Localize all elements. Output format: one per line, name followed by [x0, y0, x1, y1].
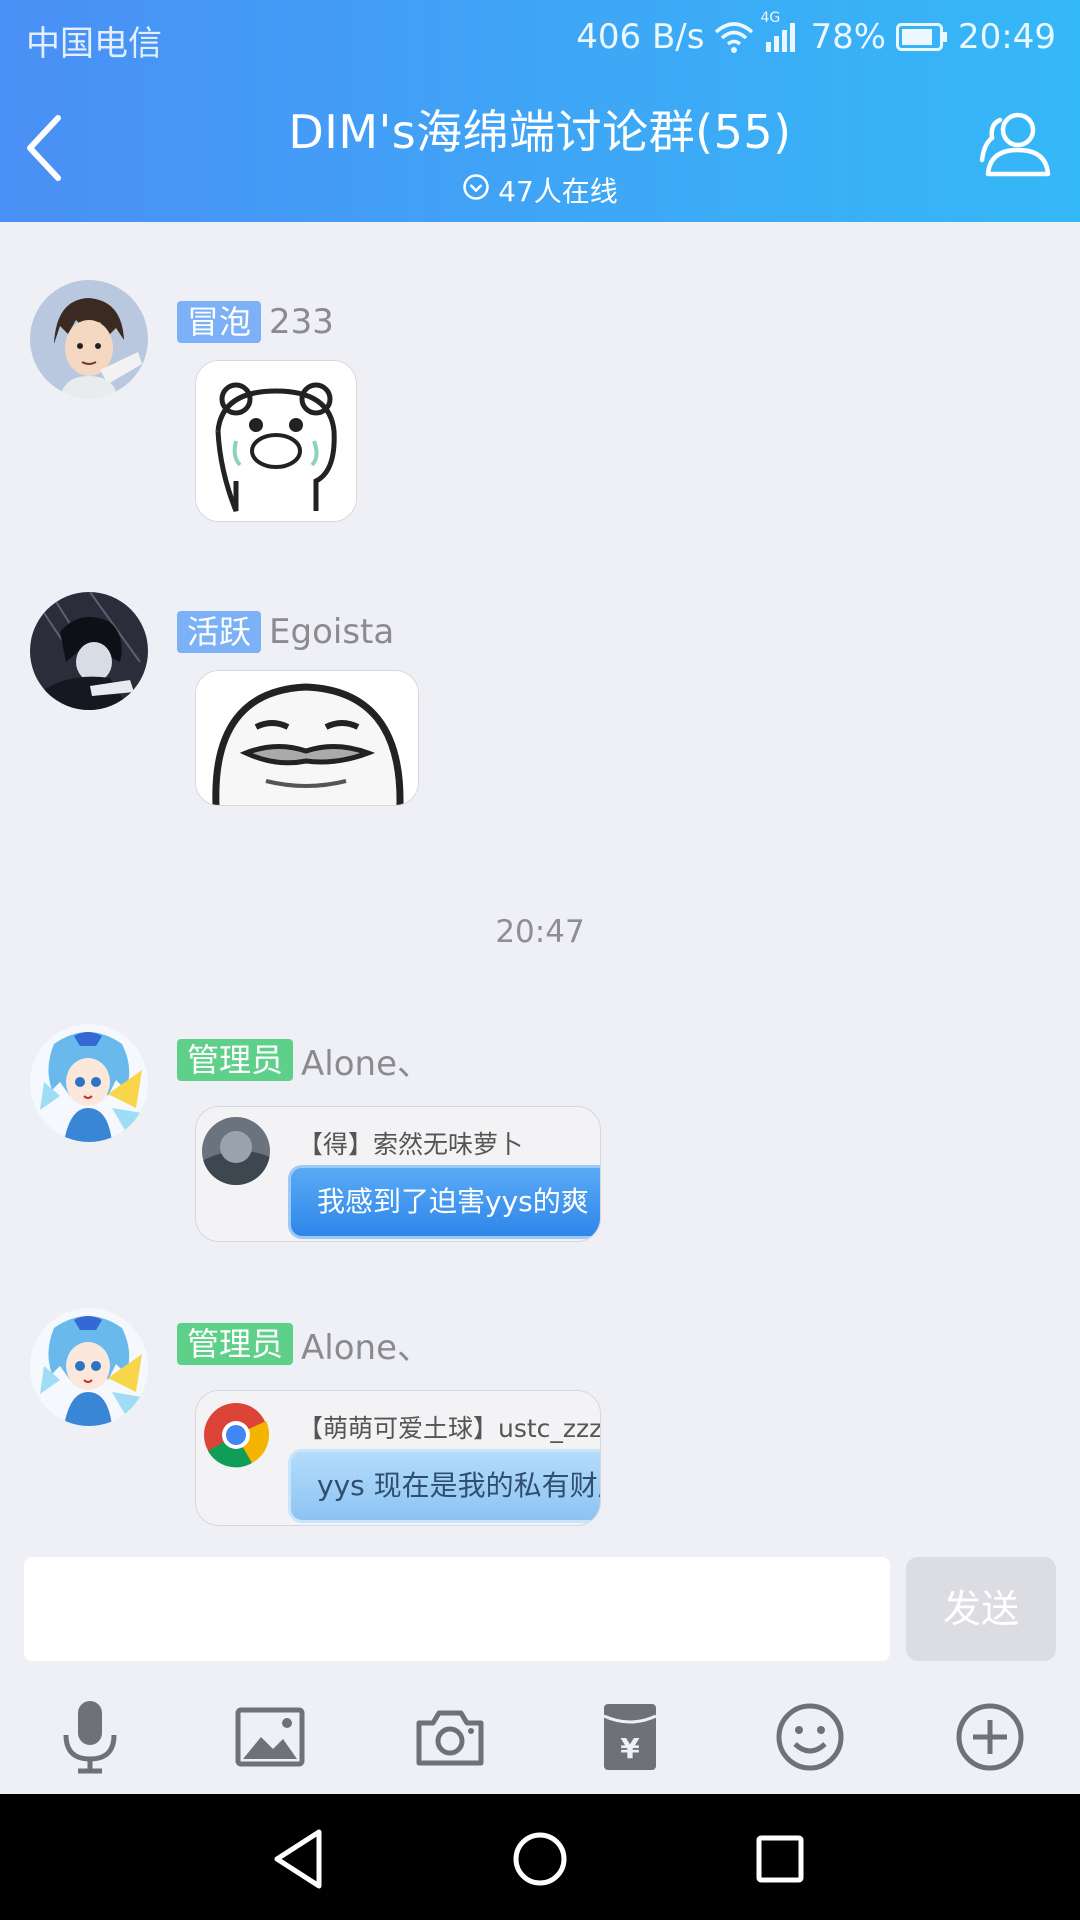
quoted-sender: 【萌萌可爱土球】ustc_zzzz — [298, 1414, 601, 1443]
chevron-down-circle-icon — [462, 173, 490, 208]
network-type: 4G — [760, 10, 781, 26]
battery-percent: 78% — [810, 17, 887, 57]
battery-icon — [896, 23, 948, 51]
plus-icon[interactable] — [945, 1692, 1035, 1782]
emoji-icon[interactable] — [765, 1692, 855, 1782]
sender-line: 管理员 Alone、 — [177, 1320, 431, 1369]
member-title-badge: 管理员 — [177, 1039, 294, 1081]
group-title: DIM's海绵端讨论群(55) — [288, 105, 792, 159]
svg-text:¥: ¥ — [620, 1732, 640, 1765]
input-toolbar: ¥ — [0, 1692, 1080, 1782]
quoted-message: yys 现在是我的私有财产 — [288, 1449, 600, 1523]
top-header: 中国电信 406 B/s 4G 78% 20:49 DIM's海绵端讨论群(55… — [0, 0, 1080, 222]
sender-name[interactable]: Egoista — [269, 612, 394, 652]
chat-messages[interactable]: 冒泡 233 活跃 Egoista 20:47 管理员 Alone、 【得】索然… — [0, 222, 1080, 1552]
sender-line: 管理员 Alone、 — [177, 1036, 431, 1085]
nav-recents-icon[interactable] — [745, 1824, 815, 1894]
group-members-icon[interactable] — [976, 106, 1056, 182]
sender-name[interactable]: Alone、 — [301, 1320, 431, 1369]
sender-line: 活跃 Egoista — [177, 610, 394, 654]
nav-back-icon[interactable] — [265, 1824, 335, 1894]
clock: 20:49 — [958, 17, 1056, 57]
avatar[interactable] — [30, 280, 148, 398]
chat-timestamp: 20:47 — [495, 914, 585, 950]
status-indicators: 406 B/s 4G 78% 20:49 — [576, 10, 1056, 60]
camera-icon[interactable] — [405, 1692, 495, 1782]
message-input[interactable] — [24, 1557, 890, 1661]
input-bar: 发送 ¥ — [0, 1552, 1080, 1794]
screenshot-image[interactable]: 【萌萌可爱土球】ustc_zzzz yys 现在是我的私有财产 — [195, 1390, 601, 1526]
carrier-label: 中国电信 — [26, 24, 162, 64]
member-title-badge: 管理员 — [177, 1323, 294, 1365]
quoted-message: 我感到了迫害yys的爽 — [288, 1165, 600, 1239]
red-packet-icon[interactable]: ¥ — [585, 1692, 675, 1782]
status-bar: 中国电信 406 B/s 4G 78% 20:49 — [0, 0, 1080, 74]
avatar[interactable] — [30, 592, 148, 710]
member-title-badge: 活跃 — [177, 611, 262, 653]
wifi-icon — [714, 20, 754, 54]
online-count[interactable]: 47人在线 — [462, 170, 618, 210]
nav-home-icon[interactable] — [505, 1824, 575, 1894]
microphone-icon[interactable] — [45, 1692, 135, 1782]
avatar[interactable] — [30, 1024, 148, 1142]
quoted-sender: 【得】索然无味萝卜 — [298, 1130, 524, 1159]
image-icon[interactable] — [225, 1692, 315, 1782]
sender-name[interactable]: 233 — [269, 302, 334, 342]
online-count-label: 47人在线 — [498, 175, 618, 208]
signal-icon: 4G — [760, 10, 800, 54]
avatar[interactable] — [30, 1308, 148, 1426]
screenshot-image[interactable]: 【得】索然无味萝卜 我感到了迫害yys的爽 — [195, 1106, 601, 1242]
sender-name[interactable]: Alone、 — [301, 1036, 431, 1085]
chat-title-block[interactable]: DIM's海绵端讨论群(55) 47人在线 — [0, 96, 1080, 210]
quoted-avatar — [202, 1117, 270, 1185]
sticker-image[interactable] — [195, 670, 419, 806]
chrome-logo-icon — [202, 1401, 270, 1469]
member-title-badge: 冒泡 — [177, 301, 262, 343]
send-button[interactable]: 发送 — [906, 1557, 1056, 1661]
system-navigation-bar — [0, 1794, 1080, 1920]
sender-line: 冒泡 233 — [177, 300, 334, 344]
sticker-image[interactable] — [195, 360, 357, 522]
net-speed: 406 B/s — [576, 17, 705, 57]
